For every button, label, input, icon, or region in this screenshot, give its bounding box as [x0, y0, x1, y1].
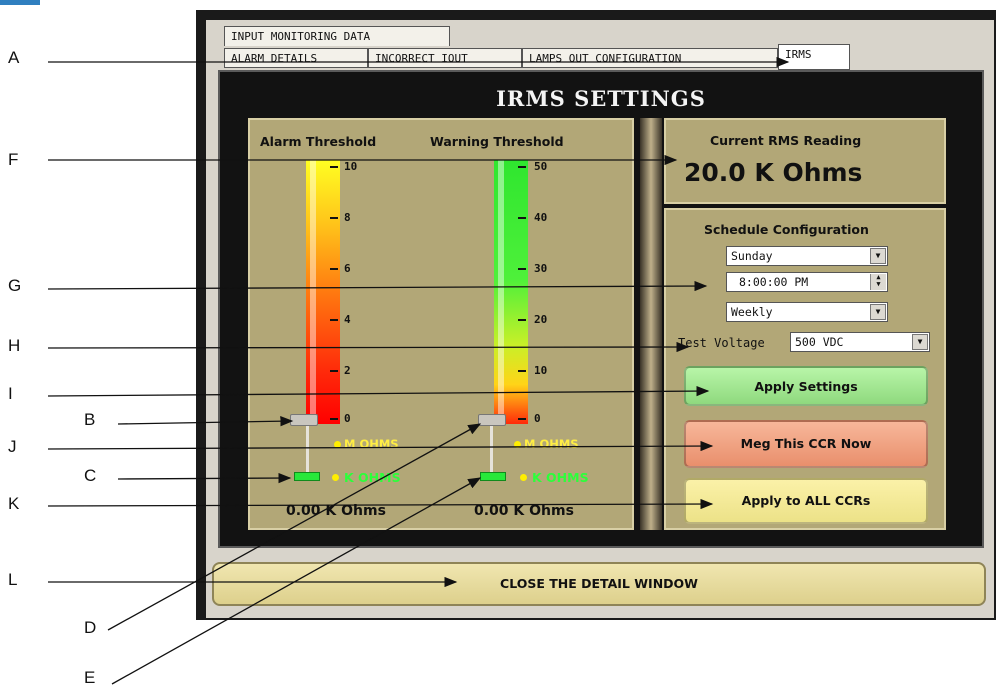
warning-k-ohms-radio[interactable] — [520, 474, 527, 481]
alarm-tick-label: 4 — [344, 313, 351, 326]
warning-tick-label: 20 — [534, 313, 548, 326]
schedule-time-input[interactable]: 8:00:00 PM ▲ ▼ — [726, 272, 888, 292]
test-voltage-label: Test Voltage — [678, 336, 765, 350]
test-voltage-select[interactable]: 500 VDC ▼ — [790, 332, 930, 352]
schedule-configuration-label: Schedule Configuration — [704, 222, 869, 237]
gauge-tick — [518, 166, 526, 168]
gauge-tick — [330, 268, 338, 270]
warning-threshold-reading: 0.00 K Ohms — [474, 503, 574, 519]
section-divider — [640, 118, 662, 530]
close-detail-window-button[interactable]: CLOSE THE DETAIL WINDOW — [212, 562, 986, 606]
gauge-tick — [518, 217, 526, 219]
alarm-k-ohms-radio[interactable] — [332, 474, 339, 481]
dropdown-arrow-icon[interactable]: ▼ — [870, 304, 886, 320]
warning-m-ohms-label: M OHMS — [524, 437, 579, 451]
alarm-threshold-gauge — [306, 160, 340, 424]
schedule-day-select[interactable]: Sunday ▼ — [726, 246, 888, 266]
gauge-tick — [330, 319, 338, 321]
alarm-threshold-slider[interactable] — [290, 414, 318, 426]
warning-threshold-gauge — [494, 160, 528, 424]
callout-letter: H — [8, 336, 21, 355]
callout-letter: D — [84, 618, 97, 637]
schedule-day-value: Sunday — [731, 249, 773, 263]
meg-this-ccr-now-button[interactable]: Meg This CCR Now — [684, 420, 928, 468]
warning-tick-label: 50 — [534, 160, 548, 173]
warning-tick-label: 40 — [534, 211, 548, 224]
gauge-tick — [518, 370, 526, 372]
alarm-slider-track — [306, 424, 309, 474]
gauge-tick — [330, 370, 338, 372]
callout-letter: A — [8, 48, 20, 67]
warning-slider-track — [490, 424, 493, 474]
callout-letter: L — [8, 570, 18, 589]
apply-to-all-ccrs-button[interactable]: Apply to ALL CCRs — [684, 478, 928, 524]
callout-letter: C — [84, 466, 97, 485]
gauge-tick — [518, 268, 526, 270]
alarm-tick-label: 6 — [344, 262, 351, 275]
alarm-threshold-reading: 0.00 K Ohms — [286, 503, 386, 519]
warning-tick-label: 0 — [534, 412, 541, 425]
callout-letter: B — [84, 410, 96, 429]
dropdown-arrow-icon[interactable]: ▼ — [912, 334, 928, 350]
alarm-tick-label: 0 — [344, 412, 351, 425]
callout-letter: E — [84, 668, 96, 687]
gauge-shine — [310, 160, 316, 424]
alarm-fine-slider[interactable] — [294, 472, 320, 481]
warning-k-ohms-label: K OHMS — [532, 470, 589, 485]
callout-letter: J — [8, 437, 17, 456]
gauge-tick — [330, 418, 338, 420]
dropdown-arrow-icon[interactable]: ▼ — [870, 248, 886, 264]
schedule-frequency-value: Weekly — [731, 305, 773, 319]
callout-letter: K — [8, 494, 20, 513]
tab-irms[interactable]: IRMS — [778, 44, 850, 70]
apply-settings-button[interactable]: Apply Settings — [684, 366, 928, 406]
schedule-frequency-select[interactable]: Weekly ▼ — [726, 302, 888, 322]
callout-letter: I — [8, 384, 13, 403]
warning-m-ohms-radio[interactable] — [514, 441, 521, 448]
gauge-tick — [330, 166, 338, 168]
schedule-time-value: 8:00:00 PM — [739, 275, 809, 289]
gauge-tick — [518, 418, 526, 420]
gauge-tick — [330, 217, 338, 219]
alarm-tick-label: 2 — [344, 364, 351, 377]
test-voltage-value: 500 VDC — [795, 335, 844, 349]
warning-fine-slider[interactable] — [480, 472, 506, 481]
callout-letter: G — [8, 276, 22, 295]
tab-input-monitoring[interactable]: INPUT MONITORING DATA — [224, 26, 450, 46]
gauge-tick — [518, 319, 526, 321]
rms-reading-value: 20.0 K Ohms — [684, 158, 863, 187]
alarm-threshold-label: Alarm Threshold — [260, 134, 377, 149]
warning-tick-label: 30 — [534, 262, 548, 275]
callout-letter: F — [8, 150, 19, 169]
time-spinner-icon[interactable]: ▲ ▼ — [870, 274, 886, 290]
panel-title: IRMS SETTINGS — [496, 86, 706, 111]
gauge-shine — [498, 160, 504, 424]
warning-threshold-label: Warning Threshold — [430, 134, 564, 149]
warning-tick-label: 10 — [534, 364, 548, 377]
tab-incorrect-iout[interactable]: INCORRECT IOUT — [368, 48, 522, 68]
alarm-tick-label: 10 — [344, 160, 358, 173]
warning-threshold-slider[interactable] — [478, 414, 506, 426]
tab-lamps-out-configuration[interactable]: LAMPS OUT CONFIGURATION — [522, 48, 778, 68]
alarm-m-ohms-radio[interactable] — [334, 441, 341, 448]
rms-reading-label: Current RMS Reading — [710, 133, 862, 148]
tab-alarm-details[interactable]: ALARM DETAILS — [224, 48, 368, 68]
figure-marker — [0, 0, 40, 5]
alarm-k-ohms-label: K OHMS — [344, 470, 401, 485]
alarm-tick-label: 8 — [344, 211, 351, 224]
alarm-m-ohms-label: M OHMS — [344, 437, 399, 451]
